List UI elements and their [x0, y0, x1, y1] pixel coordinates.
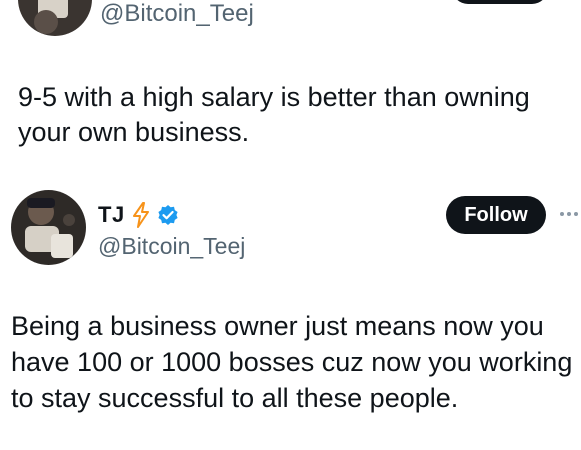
tweet-text: Being a business owner just means now yo… [11, 311, 573, 413]
display-name[interactable]: TJ [98, 202, 125, 228]
lightning-icon [131, 202, 151, 228]
avatar-top[interactable] [18, 0, 92, 36]
follow-button[interactable]: Follow [446, 196, 546, 234]
more-options-icon[interactable] [560, 200, 581, 228]
avatar[interactable] [11, 190, 86, 265]
tweet-text-top: 9-5 with a high salary is better than ow… [18, 82, 530, 147]
verified-badge-icon[interactable] [157, 204, 179, 226]
avatar-photo [11, 190, 86, 265]
author-handle[interactable]: @Bitcoin_Teej [98, 232, 245, 260]
follow-button-top[interactable] [452, 0, 548, 4]
avatar-photo [18, 0, 92, 36]
author-name-row: TJ [98, 198, 179, 232]
author-handle-top[interactable]: @Bitcoin_Teej [100, 0, 254, 28]
